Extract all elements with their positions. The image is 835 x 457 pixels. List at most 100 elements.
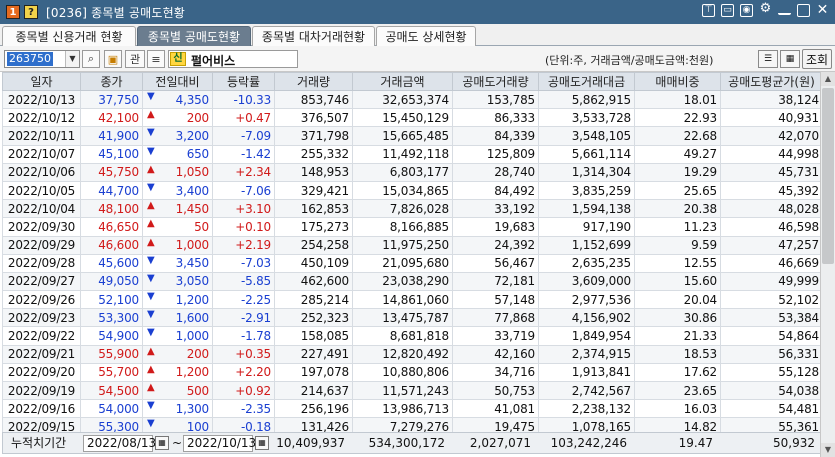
footer-short-avg: 50,932 (773, 436, 815, 450)
excel-icon[interactable]: ▦ (780, 50, 800, 68)
stock-name: 펄어비스 (191, 54, 236, 68)
close-icon[interactable]: ✕ (816, 3, 829, 17)
minimize-icon[interactable] (778, 4, 791, 15)
footer-short-volume: 2,027,071 (469, 436, 531, 450)
arrow-up-icon: ▲ (147, 236, 155, 248)
cell-short-amount: 5,862,915 (538, 89, 635, 110)
table-row[interactable]: 2022/10/04 48,100 ▲ 1,450 +3.10 162,853 7,826,… (2, 199, 823, 219)
cell-ratio: 20.38 (634, 199, 721, 219)
cell-short-volume: 33,192 (452, 199, 539, 219)
col-short-volume[interactable]: 공매도거래량 (452, 72, 539, 91)
table-row[interactable]: 2022/10/13 37,750 ▼ 4,350 -10.33 853,746 32,65… (2, 89, 823, 110)
camera-icon[interactable]: ◉ (740, 4, 753, 17)
cell-change: ▼ 1,200 (142, 290, 213, 310)
stock-code-value: 263750 (7, 52, 53, 66)
table-row[interactable]: 2022/10/05 44,700 ▼ 3,400 -7.06 329,421 15,034… (2, 180, 823, 201)
table-row[interactable]: 2022/09/27 49,050 ▼ 3,050 -5.85 462,600 23,038… (2, 271, 823, 292)
settings-icon[interactable]: ≡ (147, 50, 165, 68)
col-date[interactable]: 일자 (2, 72, 81, 91)
table-row[interactable]: 2022/09/23 53,300 ▼ 1,600 -2.91 252,323 13,475… (2, 308, 823, 328)
table-row[interactable]: 2022/10/07 45,100 ▼ 650 -1.42 255,332 11,492,1… (2, 144, 823, 164)
col-ratio[interactable]: 매매비중 (634, 72, 721, 91)
pin-icon[interactable]: ⊤ (702, 4, 715, 17)
gear-icon[interactable]: ⚙ (759, 2, 772, 17)
cell-amount: 32,653,374 (352, 89, 453, 110)
cell-short-volume: 86,333 (452, 108, 539, 128)
cell-volume: 227,491 (274, 344, 353, 364)
table-row[interactable]: 2022/09/16 54,000 ▼ 1,300 -2.35 256,196 13,986… (2, 399, 823, 419)
search-icon[interactable]: ⌕ (82, 50, 100, 68)
window-icon[interactable]: ▭ (721, 4, 734, 17)
col-short-avg[interactable]: 공매도평균가(원) (720, 72, 823, 91)
chevron-down-icon[interactable]: ▼ (65, 51, 79, 67)
help-badge[interactable]: ? (24, 5, 38, 19)
table-row[interactable]: 2022/09/26 52,100 ▼ 1,200 -2.25 285,214 14,861… (2, 290, 823, 310)
cell-short-amount: 3,533,728 (538, 108, 635, 128)
query-button[interactable]: 조회 (802, 49, 832, 69)
cell-volume: 329,421 (274, 180, 353, 201)
cell-short-volume: 42,160 (452, 344, 539, 364)
cell-amount: 23,038,290 (352, 271, 453, 292)
table-row[interactable]: 2022/09/28 45,600 ▼ 3,450 -7.03 450,109 21,095… (2, 253, 823, 273)
to-date-input[interactable]: 2022/10/13 (183, 435, 256, 452)
cell-ratio: 15.60 (634, 271, 721, 292)
folder-icon[interactable]: ▣ (104, 50, 122, 68)
scroll-up-icon[interactable]: ▲ (821, 72, 835, 86)
vertical-scrollbar[interactable]: ▲ ▼ (820, 72, 835, 457)
col-rate[interactable]: 등락률 (212, 72, 275, 91)
col-change[interactable]: 전일대비 (142, 72, 213, 91)
table-row[interactable]: 2022/10/12 42,100 ▲ 200 +0.47 376,507 15,450,1… (2, 108, 823, 128)
tab-credit[interactable]: 종목별 신용거래 현황 (2, 26, 136, 46)
cell-volume: 285,214 (274, 290, 353, 310)
table-row[interactable]: 2022/10/06 45,750 ▲ 1,050 +2.34 148,953 6,803,… (2, 162, 823, 182)
cell-short-avg: 54,864 (720, 326, 823, 346)
cell-short-volume: 57,148 (452, 290, 539, 310)
cell-date: 2022/10/05 (2, 180, 81, 201)
col-close[interactable]: 종가 (80, 72, 143, 91)
change-value: 1,050 (175, 165, 210, 180)
cell-change: ▼ 4,350 (142, 89, 213, 110)
cell-date: 2022/09/30 (2, 217, 81, 237)
tab-short-detail[interactable]: 공매도 상세현황 (376, 26, 476, 46)
col-amount[interactable]: 거래금액 (352, 72, 453, 91)
change-value: 3,450 (175, 256, 210, 271)
list-icon[interactable]: ☰ (758, 50, 778, 68)
interest-button[interactable]: 관 (125, 50, 145, 68)
col-short-amount[interactable]: 공매도거래대금 (538, 72, 635, 91)
stock-code-input[interactable]: 263750 ▼ (4, 50, 80, 68)
cell-volume: 256,196 (274, 399, 353, 419)
arrow-up-icon: ▲ (147, 363, 155, 375)
from-date-input[interactable]: 2022/08/13 (83, 435, 156, 452)
maximize-icon[interactable] (797, 4, 810, 17)
cell-amount: 11,975,250 (352, 235, 453, 255)
cell-short-volume: 56,467 (452, 253, 539, 273)
cell-short-avg: 40,931 (720, 108, 823, 128)
table-row[interactable]: 2022/09/30 46,650 ▲ 50 +0.10 175,273 8,166,885… (2, 217, 823, 237)
table-row[interactable]: 2022/09/29 46,600 ▲ 1,000 +2.19 254,258 11,975… (2, 235, 823, 255)
calendar-icon[interactable]: ▦ (155, 436, 169, 450)
cell-date: 2022/09/26 (2, 290, 81, 310)
change-value: 3,400 (175, 183, 210, 198)
cell-amount: 15,665,485 (352, 126, 453, 146)
cell-volume: 158,085 (274, 326, 353, 346)
tab-short-selling[interactable]: 종목별 공매도현황 (137, 26, 251, 46)
table-row[interactable]: 2022/09/22 54,900 ▼ 1,000 -1.78 158,085 8,681,… (2, 326, 823, 346)
cell-ratio: 22.93 (634, 108, 721, 128)
cell-rate: +3.10 (212, 199, 275, 219)
table-row[interactable]: 2022/09/20 55,700 ▲ 1,200 +2.20 197,078 10,880… (2, 362, 823, 383)
change-value: 1,300 (175, 401, 210, 416)
scroll-down-icon[interactable]: ▼ (821, 443, 835, 457)
cell-rate: +0.10 (212, 217, 275, 237)
arrow-down-icon: ▼ (147, 272, 155, 284)
calendar-icon[interactable]: ▦ (255, 436, 269, 450)
change-value: 1,200 (175, 292, 210, 307)
tab-lending[interactable]: 종목별 대차거래현황 (252, 26, 375, 46)
table-row[interactable]: 2022/10/11 41,900 ▼ 3,200 -7.09 371,798 15,665… (2, 126, 823, 146)
window-number-badge[interactable]: 1 (6, 5, 20, 19)
cell-volume: 255,332 (274, 144, 353, 164)
table-row[interactable]: 2022/09/19 54,500 ▲ 500 +0.92 214,637 11,571,2… (2, 380, 823, 401)
cell-short-volume: 153,785 (452, 89, 539, 110)
table-row[interactable]: 2022/09/21 55,900 ▲ 200 +0.35 227,491 12,820,4… (2, 344, 823, 364)
scroll-thumb[interactable] (822, 88, 834, 264)
col-volume[interactable]: 거래량 (274, 72, 353, 91)
